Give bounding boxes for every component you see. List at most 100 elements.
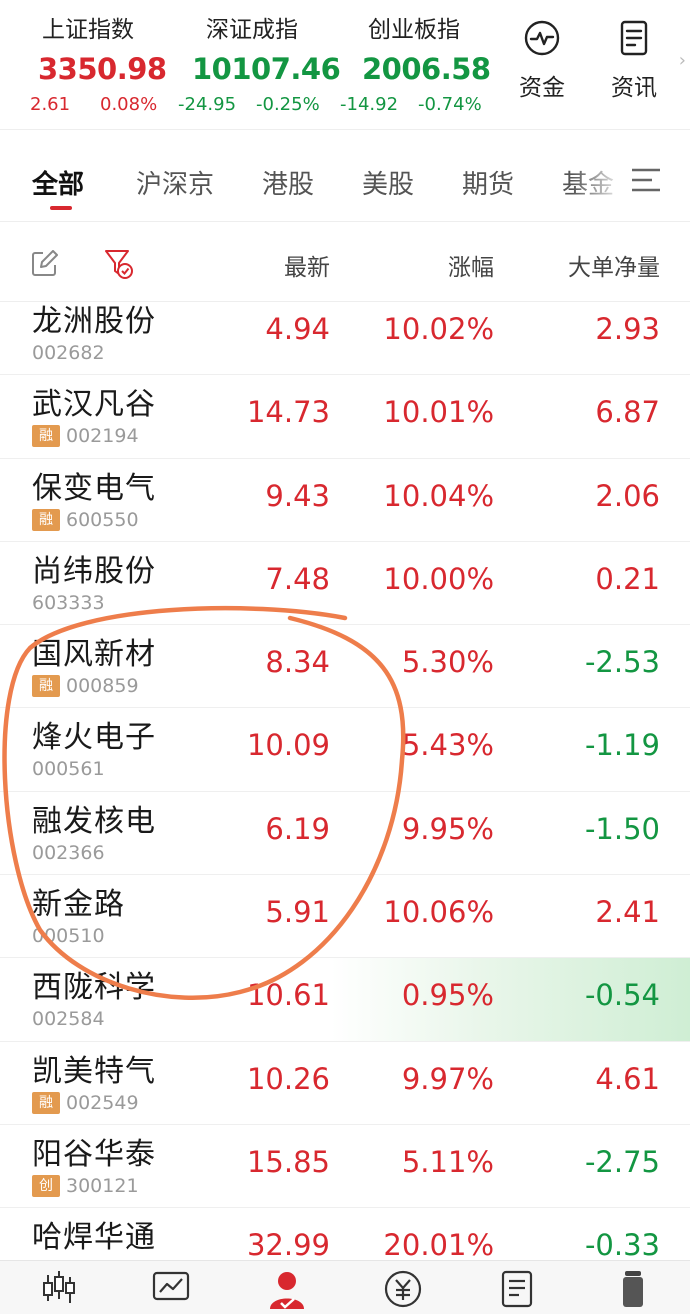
col-latest[interactable]: 最新	[284, 248, 330, 282]
stock-change-pct: 0.95%	[401, 978, 494, 1013]
col-change-pct[interactable]: 涨幅	[448, 248, 494, 282]
nav-more[interactable]	[598, 1269, 668, 1314]
index-bar: 上证指数 3350.98 2.61 0.08% 深证成指 10107.46 -2…	[0, 0, 690, 130]
stock-code-line: 融 600550	[32, 508, 139, 532]
stock-big-order-net: 2.93	[595, 312, 660, 346]
margin-tag: 融	[32, 1091, 60, 1114]
stock-row[interactable]: 阳谷华泰创 300121 15.85 5.11% -2.75	[0, 1125, 690, 1209]
document-icon	[620, 20, 648, 56]
stock-name: 尚纬股份	[32, 553, 156, 589]
stock-code: 002366	[32, 841, 105, 864]
nav-info[interactable]	[482, 1269, 552, 1314]
stock-code-line: 创 300121	[32, 1174, 139, 1198]
stock-change-pct: 9.95%	[401, 811, 494, 846]
stock-row[interactable]: 西陇科学 002584 10.61 0.95% -0.54	[0, 958, 690, 1042]
stock-code: 002682	[32, 342, 105, 364]
stock-name: 融发核电	[32, 803, 156, 839]
stock-row[interactable]: 龙洲股份 002682 4.94 10.02% 2.93	[0, 292, 690, 376]
tab-hs[interactable]: 沪深京	[136, 164, 214, 201]
stock-row[interactable]: 国风新材融 000859 8.34 5.30% -2.53	[0, 625, 690, 709]
edit-icon[interactable]	[30, 250, 58, 278]
nav-self[interactable]	[252, 1269, 322, 1314]
stock-code-line: 融 002549	[32, 1091, 139, 1115]
stock-price: 14.73	[246, 395, 330, 430]
stock-change-pct: 10.01%	[383, 395, 494, 430]
nav-trade[interactable]	[368, 1269, 438, 1314]
menu-icon[interactable]	[630, 166, 662, 194]
stock-code: 300121	[66, 1174, 139, 1197]
stock-price: 8.34	[265, 645, 330, 680]
stock-change-pct: 9.97%	[401, 1061, 494, 1096]
funds-button[interactable]: 资金	[502, 18, 582, 102]
stock-change-pct: 10.02%	[383, 312, 494, 346]
index-pct: -0.74%	[418, 94, 482, 115]
trash-icon	[623, 1271, 643, 1307]
stock-big-order-net: -1.19	[584, 728, 660, 763]
tab-futures[interactable]: 期货	[462, 164, 514, 201]
stock-name: 国风新材	[32, 637, 156, 673]
news-label: 资讯	[611, 75, 657, 101]
active-tab-indicator	[50, 206, 72, 210]
stock-code-line: 002584	[32, 1007, 105, 1031]
tab-hk[interactable]: 港股	[262, 164, 314, 201]
stock-price: 9.43	[265, 478, 330, 513]
stock-price: 10.61	[246, 978, 330, 1013]
stock-code-line: 002366	[32, 841, 105, 865]
stock-price: 7.48	[265, 561, 330, 596]
stock-big-order-net: 0.21	[595, 561, 660, 596]
market-tabs: 全部 沪深京 港股 美股 期货 基金	[0, 130, 690, 222]
stock-row[interactable]: 保变电气融 600550 9.43 10.04% 2.06	[0, 459, 690, 542]
stock-price: 6.19	[265, 811, 330, 846]
index-value: 3350.98	[38, 52, 167, 86]
stock-code: 000561	[32, 758, 105, 781]
tab-us[interactable]: 美股	[362, 164, 414, 201]
col-big-order-net[interactable]: 大单净量	[568, 248, 660, 282]
stock-list[interactable]: 龙洲股份 002682 4.94 10.02% 2.93 武汉凡谷融 002194 14.73…	[0, 292, 690, 1260]
stock-name: 武汉凡谷	[32, 387, 156, 423]
stock-code-line: 000561	[32, 757, 105, 781]
stock-price: 10.26	[246, 1061, 330, 1096]
stock-name: 西陇科学	[32, 970, 156, 1006]
news-button[interactable]: 资讯	[594, 18, 674, 102]
stock-row[interactable]: 融发核电 002366 6.19 9.95% -1.50	[0, 792, 690, 876]
stock-row[interactable]: 凯美特气融 002549 10.26 9.97% 4.61	[0, 1042, 690, 1125]
stock-code: 600550	[66, 508, 139, 531]
nav-quotes[interactable]	[136, 1269, 206, 1314]
stock-big-order-net: -0.54	[584, 978, 660, 1013]
stock-row[interactable]: 武汉凡谷融 002194 14.73 10.01% 6.87	[0, 375, 690, 459]
stock-price: 5.91	[265, 895, 330, 930]
stock-change-pct: 10.00%	[383, 561, 494, 596]
tab-all[interactable]: 全部	[32, 164, 84, 201]
stock-name: 烽火电子	[32, 720, 156, 756]
stock-code: 603333	[32, 591, 105, 614]
index-change: -24.95	[178, 94, 237, 115]
stock-change-pct: 5.30%	[401, 645, 494, 680]
stock-code-line: 000510	[32, 924, 105, 948]
stock-code: 000510	[32, 925, 105, 948]
index-pct: 0.08%	[100, 94, 158, 115]
stock-big-order-net: 4.61	[595, 1061, 660, 1096]
stock-code-line: 603333	[32, 591, 105, 615]
yuan-icon	[384, 1270, 422, 1308]
stock-code-line: 002682	[32, 341, 105, 365]
filter-icon[interactable]	[104, 248, 134, 280]
stock-name: 保变电气	[32, 470, 156, 506]
stock-code-line: 融 002194	[32, 424, 139, 448]
stock-row[interactable]: 尚纬股份 603333 7.48 10.00% 0.21	[0, 542, 690, 626]
stock-row[interactable]: 哈焊华通 32.99 20.01% -0.33	[0, 1208, 690, 1260]
chevron-right-icon[interactable]: ›	[679, 50, 686, 71]
stock-change-pct: 5.11%	[401, 1144, 494, 1179]
stock-price: 10.09	[246, 728, 330, 763]
stock-change-pct: 5.43%	[401, 728, 494, 763]
stock-big-order-net: 6.87	[595, 395, 660, 430]
margin-tag: 融	[32, 508, 60, 531]
stock-row[interactable]: 烽火电子 000561 10.09 5.43% -1.19	[0, 708, 690, 792]
column-header: 最新 涨幅 大单净量	[0, 222, 690, 302]
stock-big-order-net: 2.06	[595, 478, 660, 513]
stock-big-order-net: -2.53	[584, 645, 660, 680]
index-value: 10107.46	[192, 52, 341, 86]
stock-row[interactable]: 新金路 000510 5.91 10.06% 2.41	[0, 875, 690, 959]
stock-code: 000859	[66, 675, 139, 698]
stock-big-order-net: -0.33	[584, 1228, 660, 1260]
nav-market[interactable]	[24, 1269, 94, 1314]
